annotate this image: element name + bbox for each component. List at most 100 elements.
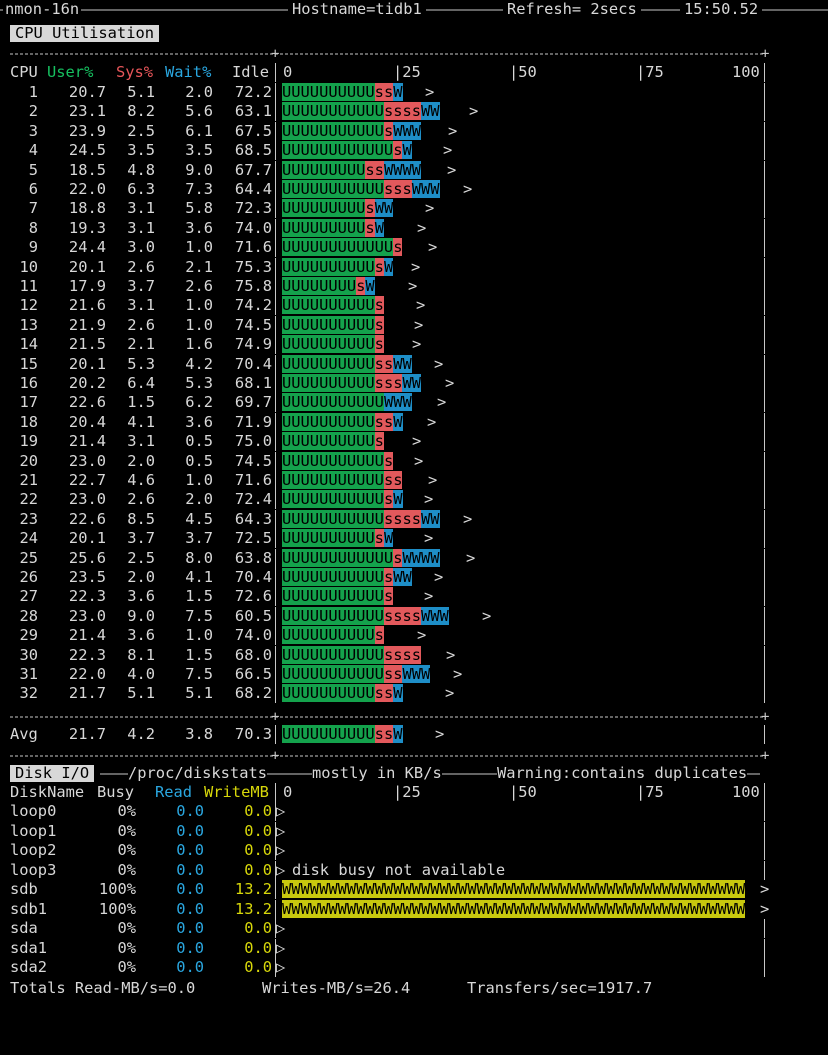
divider bbox=[764, 549, 765, 568]
cpu-user: 21.9 bbox=[68, 316, 106, 334]
divider bbox=[275, 900, 276, 919]
bar-user: UUUUUUUUUUU bbox=[282, 665, 384, 683]
cpu-user: 23.1 bbox=[68, 102, 106, 120]
divider bbox=[275, 180, 276, 199]
avg-sys: 4.2 bbox=[127, 725, 155, 743]
cpu-row: 27 22.3 3.6 1.5 72.6 UUUUUUUUUUUs > bbox=[0, 587, 828, 606]
divider bbox=[764, 607, 765, 626]
divider bbox=[275, 199, 276, 218]
cpu-user: 23.0 bbox=[68, 607, 106, 625]
idle-marker: > bbox=[482, 607, 492, 625]
bar-user: UUUUUUUUUUU bbox=[282, 490, 384, 508]
divider bbox=[764, 939, 765, 958]
disk-name: loop1 bbox=[10, 822, 57, 840]
idle-marker: > bbox=[463, 510, 473, 528]
cpu-bar: UUUUUUUUUUsW bbox=[282, 258, 394, 277]
cpu-user: 22.3 bbox=[68, 587, 106, 605]
cpu-sys: 2.5 bbox=[127, 122, 155, 140]
cpu-user: 20.4 bbox=[68, 413, 106, 431]
cpu-row: 25 25.6 2.5 8.0 63.8 UUUUUUUUUUUUsWWWW > bbox=[0, 549, 828, 568]
divider bbox=[275, 296, 276, 315]
busy-marker: > bbox=[760, 900, 770, 918]
cpu-idle: 75.3 bbox=[234, 258, 272, 276]
bar-wait: W bbox=[374, 219, 384, 237]
cpu-id: 26 bbox=[19, 568, 38, 586]
bar-user: UUUUUUUUUUU bbox=[282, 587, 384, 605]
cpu-wait: 4.5 bbox=[185, 510, 213, 528]
disk-busy: 100% bbox=[98, 900, 136, 918]
bar-sys: s bbox=[374, 529, 384, 547]
cpu-bar: UUUUUUUUUUUUsW bbox=[282, 141, 412, 160]
cpu-wait: 2.6 bbox=[185, 277, 213, 295]
divider bbox=[764, 180, 765, 199]
avg-idle: 70.3 bbox=[234, 725, 272, 743]
divider bbox=[764, 335, 765, 354]
divider bbox=[275, 510, 276, 529]
cpu-id: 16 bbox=[19, 374, 38, 392]
avg-label: Avg bbox=[10, 725, 38, 743]
bar-user: UUUUUUUUUU bbox=[282, 413, 375, 431]
cpu-user: 22.0 bbox=[68, 665, 106, 683]
cpu-row: 30 22.3 8.1 1.5 68.0 UUUUUUUUUUUssss > bbox=[0, 646, 828, 665]
cpu-id: 22 bbox=[19, 490, 38, 508]
divider bbox=[764, 725, 765, 744]
divider bbox=[764, 684, 765, 703]
disk-name: loop2 bbox=[10, 841, 57, 859]
cpu-idle: 68.0 bbox=[234, 646, 272, 664]
cpu-idle: 72.6 bbox=[234, 587, 272, 605]
cpu-wait: 1.0 bbox=[185, 238, 213, 256]
cpu-wait: 1.6 bbox=[185, 335, 213, 353]
divider bbox=[275, 277, 276, 296]
bar-wait: W bbox=[383, 529, 394, 547]
cpu-id: 14 bbox=[19, 335, 38, 353]
bar-sys: s bbox=[383, 452, 394, 470]
bar-user: UUUUUUUUUUU bbox=[282, 180, 384, 198]
cpu-id: 19 bbox=[19, 432, 38, 450]
cpu-row: 32 21.7 5.1 5.1 68.2 UUUUUUUUUUssW > bbox=[0, 684, 828, 703]
disk-write: 0.0 bbox=[244, 861, 272, 879]
cpu-user: 21.5 bbox=[68, 335, 106, 353]
cpu-bar: UUUUUUUUUUssW bbox=[282, 684, 403, 703]
cpu-wait: 5.6 bbox=[185, 102, 213, 120]
bar-wait: WW bbox=[393, 355, 412, 373]
cpu-bar: UUUUUUUUUUs bbox=[282, 316, 384, 335]
cpu-sys: 2.0 bbox=[127, 452, 155, 470]
cpu-sys: 4.8 bbox=[127, 161, 155, 179]
cpu-wait: 4.2 bbox=[185, 355, 213, 373]
disk-name: loop0 bbox=[10, 802, 57, 820]
divider bbox=[764, 102, 765, 121]
cpu-row: 24 20.1 3.7 3.7 72.5 UUUUUUUUUUsW > bbox=[0, 529, 828, 548]
divider bbox=[764, 374, 765, 393]
cpu-sys: 4.1 bbox=[127, 413, 155, 431]
cpu-user: 21.7 bbox=[68, 684, 106, 702]
disk-section-header: Disk I/O /proc/diskstats mostly in KB/s … bbox=[0, 764, 828, 783]
avg-bar: UUUUUUUUUUssW bbox=[282, 725, 403, 744]
busy-marker: ▷ bbox=[276, 822, 286, 840]
cpu-sys: 6.4 bbox=[127, 374, 155, 392]
bar-wait: W bbox=[393, 490, 403, 508]
cpu-row: 5 18.5 4.8 9.0 67.7 UUUUUUUUUssWWWW > bbox=[0, 161, 828, 180]
cpu-sys: 3.0 bbox=[127, 238, 155, 256]
bar-user: UUUUUUUUUU bbox=[282, 432, 375, 450]
disk-note: disk busy not available bbox=[292, 861, 506, 880]
cpu-bar: UUUUUUUUUUUWWW bbox=[282, 393, 412, 412]
bar-wait: WWWW bbox=[383, 161, 422, 179]
disk-section-title: Disk I/O bbox=[10, 765, 95, 782]
cpu-wait: 2.0 bbox=[185, 490, 213, 508]
cpu-id: 31 bbox=[19, 665, 38, 683]
bar-sys: sss bbox=[374, 374, 403, 392]
bar-sys: ss bbox=[374, 355, 394, 373]
cpu-wait: 7.5 bbox=[185, 607, 213, 625]
cpu-sys: 5.1 bbox=[127, 83, 155, 101]
cpu-bar: UUUUUUUUUUUs bbox=[282, 587, 394, 606]
cpu-id: 27 bbox=[19, 587, 38, 605]
divider bbox=[764, 141, 765, 160]
scale-0: 0 bbox=[283, 63, 293, 81]
bar-sys: s bbox=[383, 568, 394, 586]
bar-user: UUUUUUUUUUU bbox=[282, 510, 384, 528]
bar-user: UUUUUUUUUUU bbox=[282, 607, 384, 625]
cpu-sys: 3.7 bbox=[127, 529, 155, 547]
cpu-id: 20 bbox=[19, 452, 38, 470]
cpu-row: 11 17.9 3.7 2.6 75.8 UUUUUUUUsW > bbox=[0, 277, 828, 296]
cpu-id: 30 bbox=[19, 646, 38, 664]
